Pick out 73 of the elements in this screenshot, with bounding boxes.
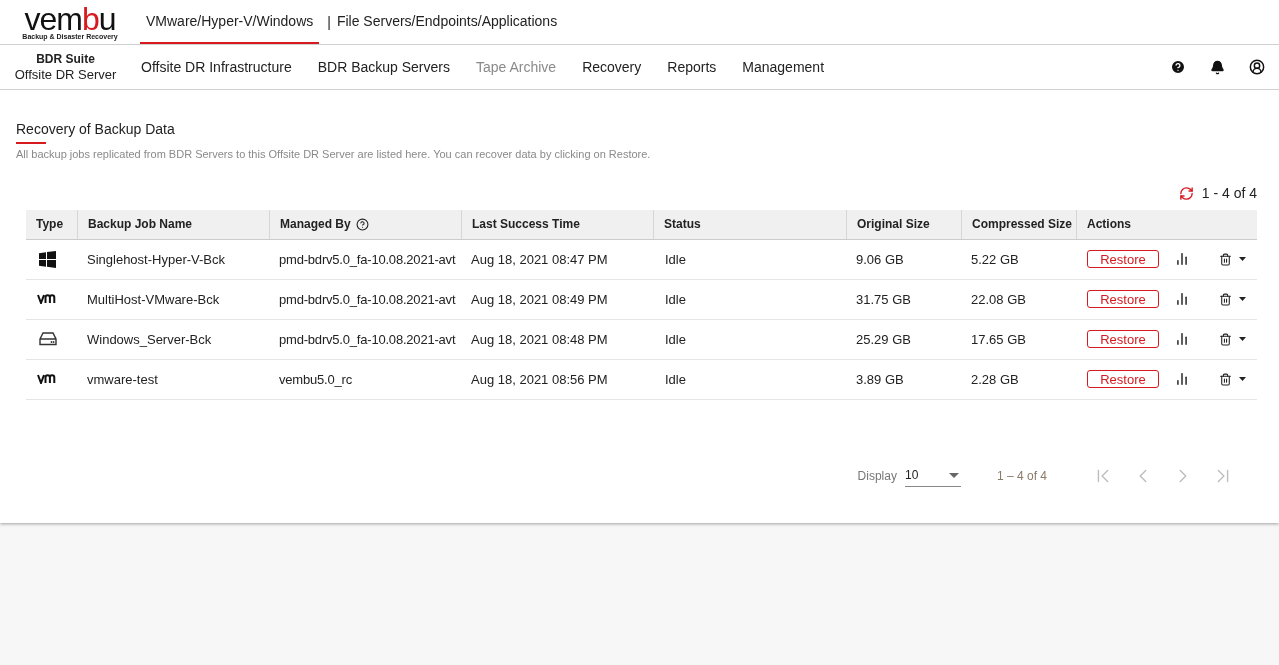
delete-icon[interactable] xyxy=(1219,332,1232,346)
bar-chart-icon[interactable] xyxy=(1175,332,1189,346)
restore-button[interactable]: Restore xyxy=(1087,250,1159,268)
user-account-icon[interactable] xyxy=(1249,59,1265,75)
windows-icon xyxy=(39,250,56,268)
column-header: Status xyxy=(664,216,701,233)
table-cell-text: 3.89 GB xyxy=(855,372,905,387)
column-header: Compressed Size xyxy=(972,216,1073,233)
table-cell-text: Aug 18, 2021 08:47 PM xyxy=(470,252,609,267)
bar-chart-icon[interactable] xyxy=(1175,252,1189,266)
restore-button[interactable]: Restore xyxy=(1087,290,1159,308)
table-cell-text: 25.29 GB xyxy=(855,332,912,347)
nav-item[interactable]: Offsite DR Infrastructure xyxy=(141,56,292,78)
column-header: Managed By xyxy=(280,216,351,233)
table-cell-text: pmd-bdrv5.0_fa-10.08.2021-avt xyxy=(278,332,457,347)
bar-chart-icon[interactable] xyxy=(1175,372,1189,386)
page-size-select[interactable]: 10 xyxy=(904,464,961,487)
dropdown-caret-icon xyxy=(948,472,959,478)
column-header: Actions xyxy=(1087,216,1131,233)
table-cell-text: MultiHost-VMware-Bck xyxy=(86,292,221,307)
table-cell-text: Aug 18, 2021 08:56 PM xyxy=(470,372,609,387)
column-header: Type xyxy=(36,216,64,233)
column-header: Last Success Time xyxy=(472,216,580,233)
table-cell-text: pmd-bdrv5.0_fa-10.08.2021-avt xyxy=(278,292,457,307)
title-underline xyxy=(16,142,46,144)
table-cell-text: Idle xyxy=(664,252,687,267)
nav-item[interactable]: Recovery xyxy=(582,56,642,78)
refresh-icon[interactable] xyxy=(1178,185,1194,201)
delete-icon[interactable] xyxy=(1219,252,1232,266)
caret-icon[interactable] xyxy=(1239,257,1246,261)
caret-icon[interactable] xyxy=(1239,337,1246,341)
delete-icon[interactable] xyxy=(1219,372,1232,386)
restore-button[interactable]: Restore xyxy=(1087,370,1159,388)
table-cell-text: Idle xyxy=(664,372,687,387)
table-cell-text: Aug 18, 2021 08:49 PM xyxy=(470,292,609,307)
help-icon[interactable] xyxy=(355,217,369,231)
table-cell-text: Idle xyxy=(664,332,687,347)
vembu-logo: vembu xyxy=(24,4,116,33)
nav-item[interactable]: Reports xyxy=(667,56,717,78)
table-cell-text: vembu5.0_rc xyxy=(278,372,353,387)
nav-item[interactable]: Management xyxy=(742,56,825,78)
product-tab[interactable]: VMware/Hyper-V/Windows xyxy=(140,0,320,44)
display-label: Display xyxy=(857,467,897,485)
table-cell-text: pmd-bdrv5.0_fa-10.08.2021-avt xyxy=(278,252,457,267)
table-cell-text: 17.65 GB xyxy=(970,332,1027,347)
product-tab[interactable]: File Servers/Endpoints/Applications xyxy=(330,0,564,44)
table-cell-text: Aug 18, 2021 08:48 PM xyxy=(470,332,609,347)
column-header: Original Size xyxy=(857,216,930,233)
delete-icon[interactable] xyxy=(1219,292,1232,306)
nav-item[interactable]: BDR Backup Servers xyxy=(317,56,450,78)
table-cell-text: 9.06 GB xyxy=(855,252,905,267)
caret-icon[interactable] xyxy=(1239,377,1246,381)
tab-separator: | xyxy=(327,12,331,32)
table-cell-text: 31.75 GB xyxy=(855,292,912,307)
page-title: Recovery of Backup Data xyxy=(16,120,175,139)
column-header: Backup Job Name xyxy=(88,216,193,233)
server-name: Offsite DR Server xyxy=(14,67,117,83)
table-cell-text: Windows_Server-Bck xyxy=(86,332,213,347)
suite-name: BDR Suite xyxy=(36,51,95,67)
table-cell-text: Idle xyxy=(664,292,687,307)
restore-button[interactable]: Restore xyxy=(1087,330,1159,348)
notification-icon[interactable] xyxy=(1210,59,1225,75)
page-description: All backup jobs replicated from BDR Servers to this Offsite DR Server are listed here. You can recover data by clicking on Restore. xyxy=(16,147,652,162)
table-cell-text: 22.08 GB xyxy=(970,292,1027,307)
bar-chart-icon[interactable] xyxy=(1175,292,1189,306)
table-cell-text: vmware-test xyxy=(86,372,159,387)
table-cell-text: Singlehost-Hyper-V-Bck xyxy=(86,252,226,267)
pagination-range: 1 – 4 of 4 xyxy=(996,467,1047,485)
record-range: 1 - 4 of 4 xyxy=(1201,183,1257,203)
caret-icon[interactable] xyxy=(1239,297,1246,301)
table-cell-text: 2.28 GB xyxy=(970,372,1020,387)
hard-drive-icon xyxy=(38,332,57,346)
table-cell-text: 5.22 GB xyxy=(970,252,1020,267)
